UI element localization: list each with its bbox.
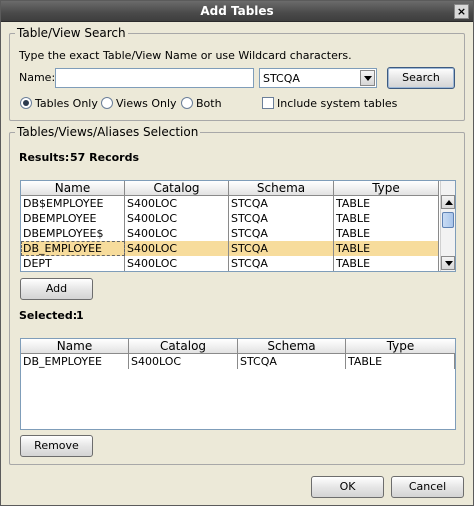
- cell-catalog: S400LOC: [125, 196, 229, 211]
- column-header-catalog[interactable]: Catalog: [125, 181, 229, 196]
- search-button-label: Search: [402, 71, 440, 84]
- ok-button[interactable]: OK: [311, 476, 384, 498]
- schema-select-value: STCQA: [263, 72, 300, 85]
- remove-button[interactable]: Remove: [20, 435, 93, 457]
- scroll-up-icon[interactable]: [441, 195, 455, 209]
- selected-count: 1: [76, 309, 84, 322]
- results-table-header: Name Catalog Schema Type: [21, 181, 439, 196]
- cell-name: DEPT: [21, 256, 125, 271]
- cell-name: DBEMPLOYEE: [21, 211, 125, 226]
- results-count: 57 Records: [70, 151, 139, 164]
- table-row[interactable]: DBEMPLOYEE$ S400LOC STCQA TABLE: [21, 226, 439, 241]
- both-radio[interactable]: [181, 97, 193, 109]
- views-only-label[interactable]: Views Only: [116, 97, 177, 110]
- remove-button-label: Remove: [34, 439, 79, 452]
- cell-name: DB_EMPLOYEE: [21, 241, 125, 256]
- cell-schema: STCQA: [229, 211, 334, 226]
- search-group-legend: Table/View Search: [15, 26, 128, 40]
- selection-group-legend: Tables/Views/Aliases Selection: [15, 125, 201, 139]
- add-button-label: Add: [45, 282, 68, 295]
- cancel-button[interactable]: Cancel: [391, 476, 464, 498]
- cell-type: TABLE: [334, 211, 439, 226]
- cancel-button-label: Cancel: [408, 480, 447, 493]
- cell-schema: STCQA: [238, 354, 346, 369]
- tables-only-radio[interactable]: [20, 97, 32, 109]
- cell-catalog: S400LOC: [125, 211, 229, 226]
- results-table[interactable]: Name Catalog Schema Type DB$EMPLOYEE S40…: [20, 180, 456, 272]
- table-row[interactable]: DEPT S400LOC STCQA TABLE: [21, 256, 439, 271]
- cell-catalog: S400LOC: [129, 354, 238, 369]
- cell-schema: STCQA: [229, 196, 334, 211]
- table-row[interactable]: DB_EMPLOYEE S400LOC STCQA TABLE: [21, 354, 455, 369]
- table-row[interactable]: DBEMPLOYEE S400LOC STCQA TABLE: [21, 211, 439, 226]
- cell-name: DB$EMPLOYEE: [21, 196, 125, 211]
- window-title: Add Tables: [200, 4, 274, 18]
- search-instructions: Type the exact Table/View Name or use Wi…: [19, 49, 352, 62]
- selected-table[interactable]: Name Catalog Schema Type DB_EMPLOYEE S40…: [20, 338, 456, 430]
- cell-schema: STCQA: [229, 241, 334, 256]
- selected-label: Selected:: [19, 309, 78, 322]
- cell-catalog: S400LOC: [125, 241, 229, 256]
- name-input[interactable]: [55, 68, 254, 88]
- results-vertical-scrollbar[interactable]: [440, 181, 455, 271]
- add-button[interactable]: Add: [20, 278, 93, 300]
- selected-table-header: Name Catalog Schema Type: [21, 339, 455, 354]
- cell-catalog: S400LOC: [125, 256, 229, 271]
- name-label: Name:: [19, 71, 56, 84]
- ok-button-label: OK: [339, 480, 356, 493]
- cell-type: TABLE: [334, 256, 439, 271]
- cell-catalog: S400LOC: [125, 226, 229, 241]
- cell-type: TABLE: [334, 196, 439, 211]
- chevron-down-icon[interactable]: [360, 70, 375, 86]
- cell-type: TABLE: [334, 241, 439, 256]
- add-tables-dialog: Add Tables × Table/View Search Type the …: [0, 0, 474, 506]
- include-system-checkbox[interactable]: [262, 97, 274, 109]
- column-header-type[interactable]: Type: [334, 181, 439, 196]
- column-header-type[interactable]: Type: [346, 339, 455, 354]
- cell-name: DBEMPLOYEE$: [21, 226, 125, 241]
- cell-type: TABLE: [334, 226, 439, 241]
- title-bar[interactable]: Add Tables ×: [1, 1, 473, 22]
- cell-schema: STCQA: [229, 256, 334, 271]
- views-only-radio[interactable]: [101, 97, 113, 109]
- scroll-thumb[interactable]: [442, 212, 454, 228]
- cell-name: DB_EMPLOYEE: [21, 354, 129, 369]
- column-header-catalog[interactable]: Catalog: [129, 339, 238, 354]
- table-row-selected[interactable]: DB_EMPLOYEE S400LOC STCQA TABLE: [21, 241, 439, 256]
- cell-schema: STCQA: [229, 226, 334, 241]
- include-system-label[interactable]: Include system tables: [277, 97, 397, 110]
- cell-type: TABLE: [346, 354, 455, 369]
- column-header-schema[interactable]: Schema: [238, 339, 346, 354]
- search-button[interactable]: Search: [387, 67, 455, 89]
- column-header-name[interactable]: Name: [21, 181, 125, 196]
- schema-select[interactable]: STCQA: [259, 68, 377, 88]
- both-label[interactable]: Both: [196, 97, 222, 110]
- scroll-down-icon[interactable]: [441, 256, 455, 270]
- column-header-name[interactable]: Name: [21, 339, 129, 354]
- close-icon[interactable]: ×: [454, 4, 469, 19]
- tables-only-label[interactable]: Tables Only: [35, 97, 98, 110]
- results-label: Results:: [19, 151, 70, 164]
- table-row[interactable]: DB$EMPLOYEE S400LOC STCQA TABLE: [21, 196, 439, 211]
- column-header-schema[interactable]: Schema: [229, 181, 334, 196]
